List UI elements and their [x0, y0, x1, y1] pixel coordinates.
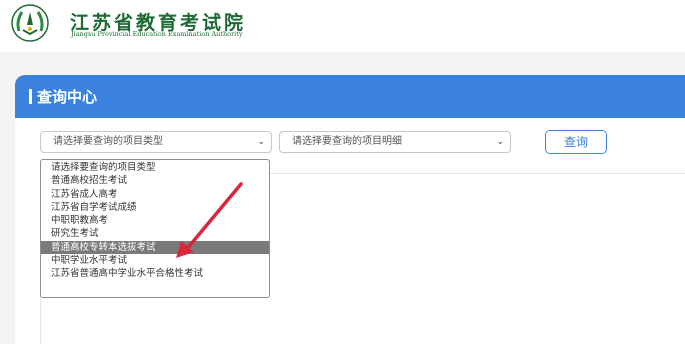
dropdown-option[interactable]: 普通高校招生考试 — [41, 174, 269, 187]
panel-title-text: 查询中心 — [37, 88, 98, 106]
chevron-down-icon: ⌄ — [257, 137, 265, 147]
query-button[interactable]: 查询 — [545, 130, 607, 154]
dropdown-option[interactable]: 江苏省自学考试成绩 — [41, 201, 269, 214]
dropdown-option[interactable]: 江苏省成人高考 — [41, 188, 269, 201]
title-bar-accent — [29, 89, 32, 104]
project-detail-select-value: 请选择要查询的项目明细 — [292, 136, 402, 147]
panel-title: 查询中心 — [29, 86, 97, 107]
logo-english-name: Jiangsu Provincial Education Examination… — [71, 30, 243, 38]
project-type-dropdown-list: 请选择要查询的项目类型 普通高校招生考试 江苏省成人高考 江苏省自学考试成绩 中… — [40, 159, 270, 298]
dropdown-option[interactable]: 请选择要查询的项目类型 — [41, 161, 269, 174]
emblem-icon — [11, 4, 49, 42]
project-type-select[interactable]: 请选择要查询的项目类型 ⌄ — [40, 131, 272, 153]
project-type-select-value: 请选择要查询的项目类型 — [53, 136, 163, 147]
dropdown-option[interactable]: 中职职教高考 — [41, 214, 269, 227]
dropdown-option-highlighted[interactable]: 普通高校专转本选拔考试 — [41, 240, 269, 255]
dropdown-option[interactable]: 江苏省普通高中学业水平合格性考试 — [41, 267, 269, 280]
chevron-down-icon: ⌄ — [496, 137, 504, 147]
panel-header: 查询中心 — [15, 75, 685, 118]
dropdown-option[interactable]: 研究生考试 — [41, 227, 269, 240]
project-detail-select[interactable]: 请选择要查询的项目明细 ⌄ — [279, 131, 511, 153]
site-header: 江苏省教育考试院 Jiangsu Provincial Education Ex… — [0, 0, 685, 52]
dropdown-option[interactable]: 中职学业水平考试 — [41, 254, 269, 267]
